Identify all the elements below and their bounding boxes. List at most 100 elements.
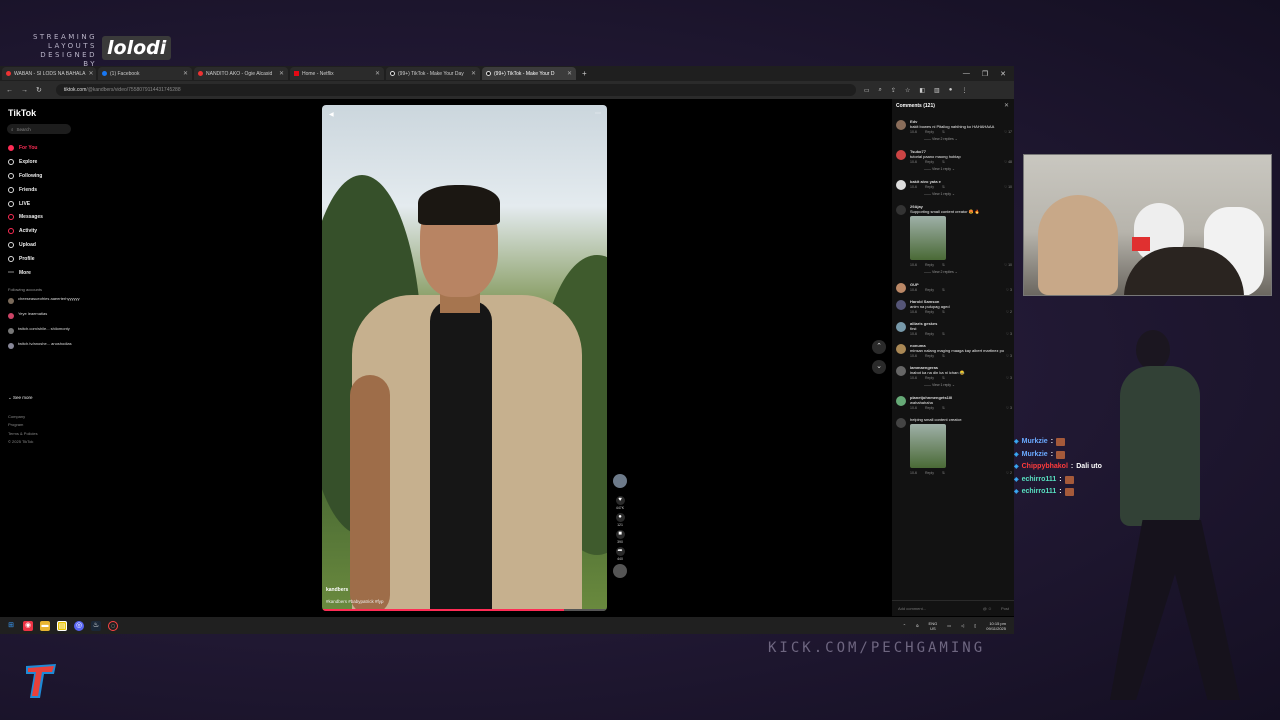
chat-username[interactable]: Chippybhakol (1022, 461, 1068, 474)
chrome-icon[interactable]: ◉ (23, 620, 33, 631)
windows-start-icon[interactable]: ⊞ (6, 621, 16, 631)
dislike-icon[interactable]: ⇅ (942, 309, 945, 315)
nav-messages[interactable]: Messages (8, 210, 88, 224)
chat-username[interactable]: echirro111 (1022, 486, 1057, 499)
commenter-avatar[interactable] (896, 180, 906, 190)
post-button[interactable]: Post (1001, 606, 1014, 611)
bookmark-button[interactable]: ■ 390 (611, 530, 629, 544)
discord-icon[interactable]: ◎ (74, 620, 84, 631)
close-tab-icon[interactable]: ✕ (183, 70, 188, 77)
nav-activity[interactable]: Activity (8, 224, 88, 238)
comment-like-button[interactable]: ♡ 10 (1004, 184, 1012, 190)
nav-more[interactable]: ⋯ More (8, 266, 88, 280)
dislike-icon[interactable]: ⇅ (942, 405, 945, 411)
commenter-avatar[interactable] (896, 366, 906, 376)
following-account[interactable]: twitch.tv/anoshe... anoshodias (8, 341, 88, 356)
following-account[interactable]: twitch.com/shile... shilomonty (8, 326, 88, 341)
reply-button[interactable]: Reply (925, 470, 934, 476)
following-account[interactable]: Yeye leaematias (8, 311, 88, 326)
following-account[interactable]: cheeseasueofries aaeerterhyyyyyy (8, 296, 88, 311)
music-disc[interactable] (613, 564, 627, 578)
nav-explore[interactable]: Explore (8, 155, 88, 169)
mention-icon[interactable]: @ ☺ (983, 606, 995, 611)
previous-video-chevron-up-icon[interactable]: ⌃ (872, 340, 886, 354)
next-video-chevron-down-icon[interactable]: ⌄ (872, 360, 886, 374)
commenter-avatar[interactable] (896, 283, 906, 293)
cast-icon[interactable]: ▭ (864, 87, 870, 94)
sidebar-icon[interactable]: ▥ (934, 87, 940, 94)
add-comment-input[interactable]: Add comment... @ ☺ Post (892, 600, 1014, 616)
comment-like-button[interactable]: ♡ 3 (1006, 405, 1012, 411)
reply-button[interactable]: Reply (925, 405, 934, 411)
new-tab-button[interactable]: + (582, 69, 587, 78)
view-replies-link[interactable]: —— View 2 replies ⌄ (910, 135, 1012, 143)
menu-kebab-icon[interactable]: ⋮ (961, 87, 967, 94)
share-button[interactable]: ➦ 440 (611, 547, 629, 561)
commenter-avatar[interactable] (896, 205, 906, 215)
creator-avatar[interactable] (613, 474, 627, 488)
taskbar-clock[interactable]: 10:15 pm 09/11/2025 (986, 621, 1006, 631)
more-options-icon[interactable]: ⋯ (595, 110, 601, 117)
comment-button[interactable]: ● 121 (611, 513, 629, 527)
video-player[interactable]: ◀ ⋯ kandbers #kandbers #babypatrick #fyp (322, 105, 607, 611)
tab-3[interactable]: Home - Netflix ✕ (290, 67, 384, 80)
comment-like-button[interactable]: ♡ 2 (1006, 470, 1012, 476)
commenter-avatar[interactable] (896, 344, 906, 354)
video-username[interactable]: kandbers (326, 587, 348, 593)
maximize-icon[interactable]: ❐ (982, 70, 988, 78)
file-explorer-icon[interactable]: ▬ (40, 620, 50, 631)
language-indicator[interactable]: ENG US (929, 621, 938, 631)
bookmark-star-icon[interactable]: ☆ (905, 87, 910, 94)
footer-link[interactable]: Program (8, 421, 38, 429)
nav-profile[interactable]: Profile (8, 252, 88, 266)
comment-like-button[interactable]: ♡ 3 (1006, 331, 1012, 337)
dislike-icon[interactable]: ⇅ (942, 331, 945, 337)
close-window-icon[interactable]: ✕ (1000, 70, 1006, 78)
footer-link[interactable]: Terms & Policies (8, 430, 38, 438)
chat-username[interactable]: Murkzie (1022, 436, 1048, 449)
reply-button[interactable]: Reply (925, 287, 934, 293)
zoom-icon[interactable]: ⌕ (879, 87, 882, 94)
comment-like-button[interactable]: ♡ 3 (1006, 287, 1012, 293)
comment-image[interactable] (910, 216, 946, 260)
video-caption[interactable]: #kandbers #babypatrick #fyp (326, 599, 384, 604)
dislike-icon[interactable]: ⇅ (942, 353, 945, 359)
tab-0[interactable]: WABAN - SI LODS NA BAHALA ✕ (2, 67, 96, 80)
view-replies-link[interactable]: —— View 2 replies ⌄ (910, 268, 1012, 276)
comment-image[interactable] (910, 424, 946, 468)
nav-upload[interactable]: Upload (8, 238, 88, 252)
footer-link[interactable]: Company (8, 413, 38, 421)
dislike-icon[interactable]: ⇅ (942, 287, 945, 293)
chat-username[interactable]: Murkzie (1022, 449, 1048, 462)
close-tab-icon[interactable]: ✕ (89, 70, 94, 77)
tab-1[interactable]: (1) Facebook ✕ (98, 67, 192, 80)
comment-like-button[interactable]: ♡ 3 (1006, 353, 1012, 359)
reload-icon[interactable]: ↻ (36, 86, 42, 94)
battery-icon[interactable]: ▯ (974, 623, 976, 628)
view-replies-link[interactable]: —— View 1 reply ⌄ (910, 165, 1012, 173)
volume-icon[interactable]: ◁ (961, 623, 964, 628)
close-tab-icon[interactable]: ✕ (375, 70, 380, 77)
view-replies-link[interactable]: —— View 1 reply ⌄ (910, 190, 1012, 198)
tray-overflow-chevron-icon[interactable]: ⌃ (903, 623, 906, 628)
close-tab-icon[interactable]: ✕ (567, 70, 572, 77)
comment-like-button[interactable]: ♡ 17 (1004, 129, 1012, 135)
video-progress-bar[interactable] (322, 609, 607, 611)
nav-live[interactable]: LIVE (8, 197, 88, 211)
sticky-notes-icon[interactable]: ▤ (57, 620, 67, 631)
commenter-avatar[interactable] (896, 300, 906, 310)
comment-like-button[interactable]: ♡ 48 (1004, 159, 1012, 165)
mute-icon[interactable]: ◀ (329, 111, 334, 118)
commenter-avatar[interactable] (896, 418, 906, 428)
tiktok-logo[interactable]: TikTok (8, 108, 36, 118)
nav-following[interactable]: Following (8, 169, 88, 183)
commenter-avatar[interactable] (896, 322, 906, 332)
extensions-icon[interactable]: ◧ (919, 87, 925, 94)
close-tab-icon[interactable]: ✕ (471, 70, 476, 77)
commenter-avatar[interactable] (896, 120, 906, 130)
steam-icon[interactable]: ♨ (91, 620, 101, 631)
minimize-icon[interactable]: — (963, 70, 970, 78)
like-button[interactable]: ♥ 447K (611, 496, 629, 510)
view-replies-link[interactable]: —— View 1 reply ⌄ (910, 381, 1012, 389)
url-field[interactable]: tiktok.com/@kandbers/video/7558079114431… (55, 84, 856, 96)
